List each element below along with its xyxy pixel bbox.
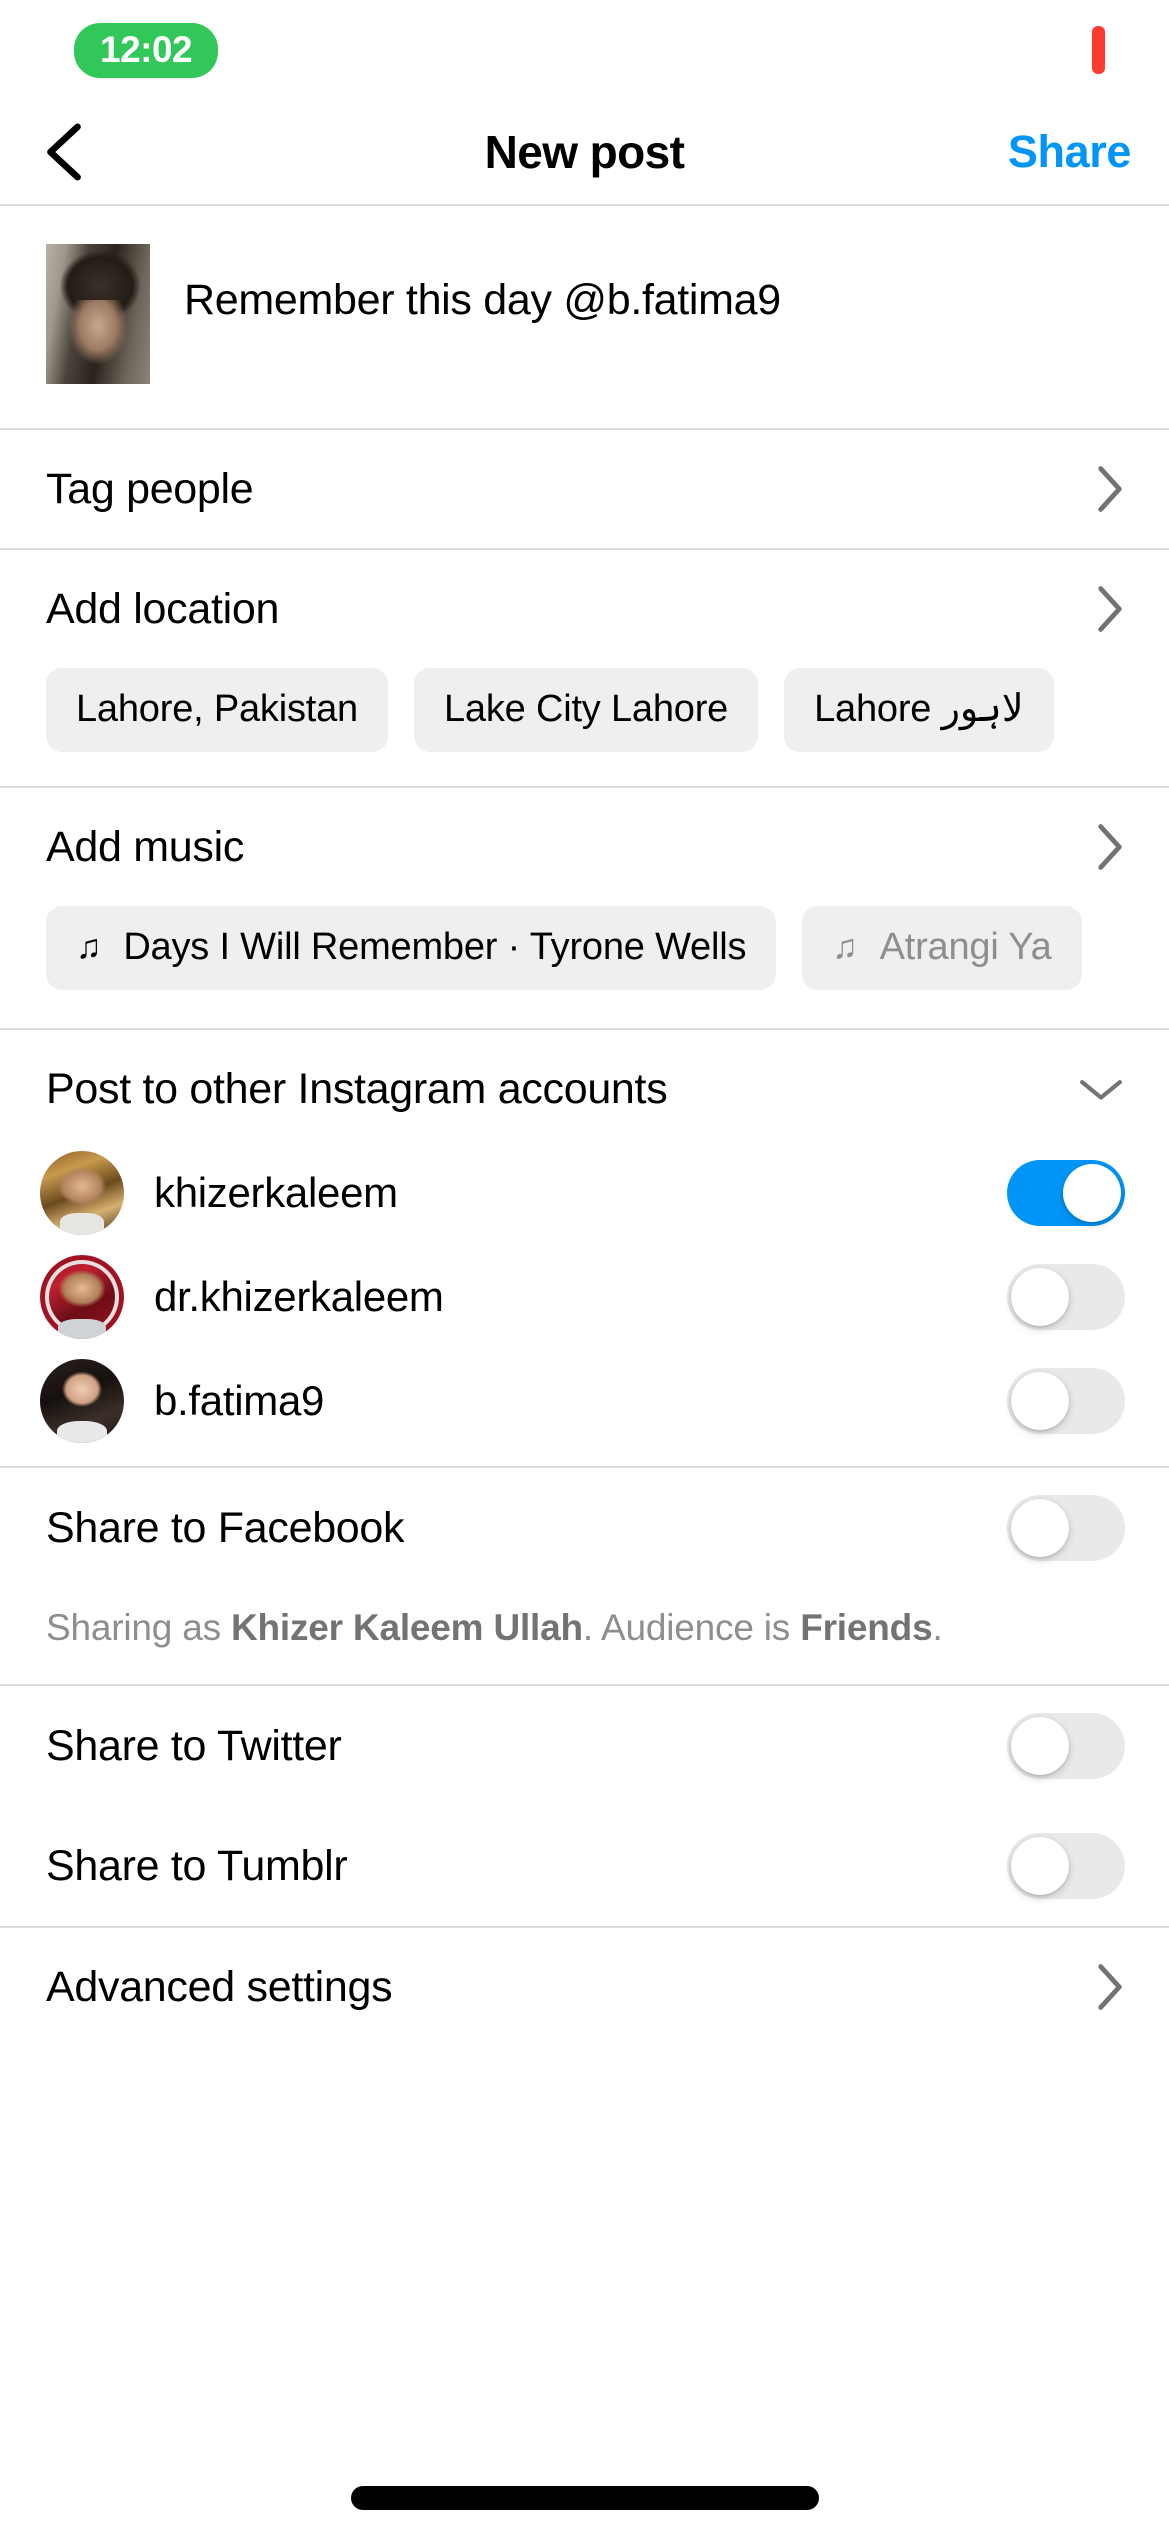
- account-row-dr-khizerkaleem[interactable]: dr.khizerkaleem: [0, 1252, 1169, 1342]
- advanced-settings-row[interactable]: Advanced settings: [0, 1928, 1169, 2046]
- page-title: New post: [484, 126, 685, 178]
- post-to-other-accounts-label: Post to other Instagram accounts: [46, 1064, 668, 1113]
- share-to-twitter-row[interactable]: Share to Twitter: [0, 1686, 1169, 1806]
- sharing-as-prefix: Sharing as: [46, 1607, 231, 1648]
- music-chip[interactable]: ♫ Days I Will Remember · Tyrone Wells: [46, 906, 777, 990]
- share-to-tumblr-label: Share to Tumblr: [46, 1841, 348, 1890]
- share-to-twitter-toggle[interactable]: [1007, 1713, 1125, 1780]
- tag-people-label: Tag people: [46, 464, 254, 513]
- account-row-khizerkaleem[interactable]: khizerkaleem: [0, 1148, 1169, 1238]
- toggle-knob: [1011, 1837, 1069, 1896]
- account-name: khizerkaleem: [154, 1169, 398, 1216]
- sharing-as-audience: Friends: [800, 1607, 933, 1648]
- avatar: [40, 1151, 124, 1235]
- chevron-left-icon[interactable]: [36, 121, 92, 183]
- music-note-icon: ♫: [76, 928, 102, 966]
- chevron-right-icon: [1095, 463, 1125, 515]
- location-chip[interactable]: Lahore لاہور: [784, 668, 1054, 752]
- caption-row[interactable]: Remember this day @b.fatima9: [0, 206, 1169, 428]
- share-to-tumblr-toggle[interactable]: [1007, 1833, 1125, 1900]
- chevron-down-icon[interactable]: [1077, 1074, 1125, 1104]
- post-to-other-accounts-row[interactable]: Post to other Instagram accounts: [0, 1030, 1169, 1148]
- location-chip[interactable]: Lake City Lahore: [414, 668, 759, 752]
- chevron-right-icon: [1095, 583, 1125, 635]
- chevron-right-icon: [1095, 821, 1125, 873]
- add-music-row[interactable]: Add music: [0, 788, 1169, 906]
- account-name: dr.khizerkaleem: [154, 1273, 444, 1320]
- share-button[interactable]: Share: [1008, 126, 1131, 178]
- account-toggle-b-fatima9[interactable]: [1007, 1368, 1125, 1434]
- chevron-right-icon: [1095, 1961, 1125, 2013]
- music-chip-label: Days I Will Remember · Tyrone Wells: [123, 926, 747, 968]
- account-name: b.fatima9: [154, 1377, 325, 1424]
- location-suggestion-chips[interactable]: Lahore, Pakistan Lake City Lahore Lahore…: [0, 668, 1169, 752]
- share-to-facebook-label: Share to Facebook: [46, 1503, 405, 1552]
- share-to-facebook-row[interactable]: Share to Facebook: [0, 1468, 1169, 1588]
- caption-input[interactable]: Remember this day @b.fatima9: [184, 244, 781, 326]
- record-dot-icon: [1092, 26, 1105, 74]
- navigation-bar: New post Share: [0, 100, 1169, 204]
- home-indicator[interactable]: [350, 2486, 819, 2510]
- sharing-as-name: Khizer Kaleem Ullah: [230, 1607, 583, 1648]
- screen-recording-time-pill[interactable]: 12:02: [74, 22, 219, 78]
- avatar: [40, 1359, 124, 1443]
- music-chip-label: Atrangi Ya: [879, 926, 1052, 968]
- share-to-facebook-toggle[interactable]: [1007, 1495, 1125, 1561]
- share-to-twitter-label: Share to Twitter: [46, 1721, 342, 1770]
- toggle-knob: [1063, 1164, 1121, 1222]
- status-bar-right: [1092, 26, 1105, 74]
- add-music-label: Add music: [46, 822, 245, 871]
- account-row-b-fatima9[interactable]: b.fatima9: [0, 1356, 1169, 1446]
- music-suggestion-chips[interactable]: ♫ Days I Will Remember · Tyrone Wells ♫ …: [0, 906, 1169, 990]
- toggle-knob: [1011, 1499, 1069, 1557]
- avatar: [40, 1255, 124, 1339]
- music-note-icon: ♫: [832, 928, 858, 966]
- music-chip[interactable]: ♫ Atrangi Ya: [802, 906, 1082, 990]
- toggle-knob: [1011, 1268, 1069, 1326]
- sharing-as-middle: . Audience is: [582, 1607, 801, 1648]
- account-toggle-khizerkaleem[interactable]: [1007, 1160, 1125, 1226]
- add-location-label: Add location: [46, 584, 280, 633]
- sharing-as-suffix: .: [932, 1607, 943, 1648]
- account-toggle-dr-khizerkaleem[interactable]: [1007, 1264, 1125, 1330]
- instagram-new-post-screen: 12:02 New post Share Remember this day @…: [0, 0, 1169, 2532]
- status-bar: 12:02: [0, 0, 1169, 100]
- advanced-settings-label: Advanced settings: [46, 1962, 393, 2011]
- add-location-row[interactable]: Add location: [0, 550, 1169, 668]
- toggle-knob: [1011, 1717, 1069, 1776]
- tag-people-row[interactable]: Tag people: [0, 430, 1169, 548]
- toggle-knob: [1011, 1372, 1069, 1430]
- location-chip[interactable]: Lahore, Pakistan: [46, 668, 388, 752]
- post-thumbnail[interactable]: [46, 244, 150, 384]
- facebook-sharing-note: Sharing as Khizer Kaleem Ullah. Audience…: [0, 1588, 1169, 1684]
- share-to-tumblr-row[interactable]: Share to Tumblr: [0, 1806, 1169, 1926]
